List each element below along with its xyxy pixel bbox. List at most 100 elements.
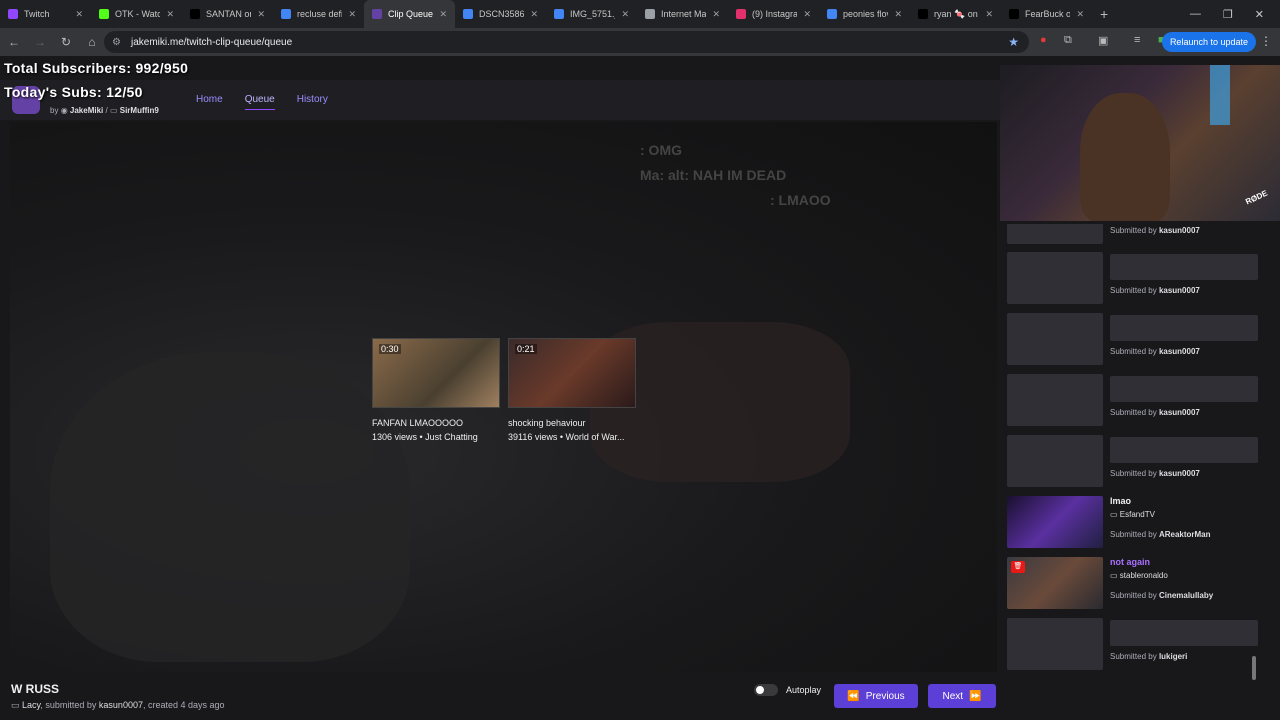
reload-icon[interactable]: ↻	[54, 35, 78, 49]
clip-title: FANFAN LMAOOOOO	[372, 418, 464, 428]
close-tab-icon[interactable]: ✕	[439, 9, 447, 20]
site-info-icon[interactable]: ⚙	[112, 37, 121, 48]
browser-tab[interactable]: OTK - Watch ✕	[91, 0, 182, 28]
tab-label: SANTAN on	[206, 9, 252, 19]
suggested-clip-card[interactable]: 0:30 FANFAN LMAOOOOO 1306 views • Just C…	[372, 338, 500, 442]
nav-home[interactable]: Home	[196, 94, 223, 110]
queue-item-submitter: Submitted by AReaktorMan	[1110, 530, 1211, 539]
address-bar-row: ← → ↻ ⌂ ⚙ jakemiki.me/twitch-clip-queue/…	[0, 28, 1280, 56]
streamer-image	[1080, 93, 1170, 221]
by-label: by	[50, 106, 59, 115]
media-icon[interactable]: ≡	[1134, 34, 1140, 46]
autoplay-toggle[interactable]	[754, 684, 778, 696]
queue-item[interactable]: Submitted by kasun0007	[1007, 252, 1265, 304]
browser-tab[interactable]: Twitch ✕	[0, 0, 91, 28]
browser-tab[interactable]: Internet Ma ✕	[637, 0, 728, 28]
webcam-light	[1210, 65, 1230, 125]
queue-thumbnail	[1007, 618, 1103, 670]
close-tab-icon[interactable]: ✕	[75, 9, 83, 20]
clip-created: created 4 days ago	[147, 700, 225, 710]
queue-item[interactable]: Submitted by kasun0007	[1007, 313, 1265, 365]
autoplay-control[interactable]: Autoplay	[754, 684, 821, 696]
queue-item[interactable]: Submitted by kasun0007	[1007, 435, 1265, 487]
browser-tab[interactable]: ryan 🍬 on ✕	[910, 0, 1001, 28]
queue-item-submitter: Submitted by kasun0007	[1110, 226, 1200, 235]
chat-icon: ▭	[109, 106, 118, 115]
maximize-icon[interactable]: ❐	[1223, 8, 1233, 21]
fast-forward-icon: ⏩	[969, 690, 982, 702]
new-tab-button[interactable]: +	[1092, 6, 1116, 22]
clip-thumbnail: 0:30	[372, 338, 500, 408]
clip-channel[interactable]: Lacy	[22, 700, 40, 710]
forward-icon[interactable]: →	[28, 35, 52, 49]
tab-label: Clip Queue	[388, 9, 434, 19]
close-tab-icon[interactable]: ✕	[166, 9, 174, 20]
browser-tab[interactable]: recluse defi ✕	[273, 0, 364, 28]
extension-icon[interactable]: ●	[1040, 34, 1047, 46]
close-tab-icon[interactable]: ✕	[803, 9, 811, 20]
nav-history[interactable]: History	[297, 94, 328, 110]
close-tab-icon[interactable]: ✕	[348, 9, 356, 20]
tab-label: Internet Ma	[661, 9, 707, 19]
tab-favicon-icon	[372, 9, 382, 19]
tab-favicon-icon	[554, 9, 564, 19]
menu-icon[interactable]: ⋮	[1260, 34, 1272, 48]
browser-tab[interactable]: FearBuck on ✕	[1001, 0, 1092, 28]
extensions-icon[interactable]: ⧉	[1064, 34, 1072, 47]
nav-queue[interactable]: Queue	[244, 94, 275, 110]
queue-item[interactable]: lmao ▭ EsfandTV Submitted by AReaktorMan	[1007, 496, 1265, 548]
previous-label: Previous	[865, 690, 905, 702]
queue-scrollbar[interactable]	[1252, 656, 1256, 680]
close-tab-icon[interactable]: ✕	[257, 9, 265, 20]
browser-tab[interactable]: Clip Queue ✕	[364, 0, 455, 28]
submitter-name: AReaktorMan	[1158, 530, 1211, 539]
delete-icon[interactable]: 🗑	[1011, 561, 1025, 573]
browser-tab[interactable]: IMG_5751.jp ✕	[546, 0, 637, 28]
previous-button[interactable]: ⏪ Previous	[834, 684, 918, 708]
video-player[interactable]: : OMG Ma: alt: NAH IM DEAD : LMAOO 0:30 …	[10, 122, 997, 672]
browser-tab-bar: Twitch✕OTK - Watch✕SANTAN on✕recluse def…	[0, 0, 1280, 28]
author-link[interactable]: JakeMiki	[70, 106, 103, 115]
queue-item[interactable]: Submitted by kasun0007	[1007, 374, 1265, 426]
next-button[interactable]: Next ⏩	[928, 684, 996, 708]
tab-favicon-icon	[827, 9, 837, 19]
close-tab-icon[interactable]: ✕	[621, 9, 629, 20]
queue-title-placeholder	[1110, 437, 1258, 463]
queue-item-title: lmao	[1110, 496, 1132, 506]
submitted-by-label: Submitted by	[1110, 652, 1157, 661]
queue-item[interactable]: 🗑 not again ▭ stableronaldo Submitted by Ci…	[1007, 557, 1265, 609]
close-tab-icon[interactable]: ✕	[985, 9, 993, 20]
chat-overlay-line: Ma: alt: NAH IM DEAD	[640, 167, 787, 183]
browser-tab[interactable]: (9) Instagram ✕	[728, 0, 819, 28]
close-window-icon[interactable]: ✕	[1255, 8, 1264, 21]
mic-brand: RØDE	[1244, 188, 1269, 207]
browser-tab[interactable]: SANTAN on ✕	[182, 0, 273, 28]
close-tab-icon[interactable]: ✕	[1076, 9, 1084, 20]
github-icon: ◉	[60, 106, 68, 115]
back-icon[interactable]: ←	[2, 35, 26, 49]
total-subscribers-overlay: Total Subscribers: 992/950	[4, 60, 189, 76]
browser-tab[interactable]: DSCN3586.j ✕	[455, 0, 546, 28]
queue-item[interactable]: Submitted by lukigeri	[1007, 618, 1265, 670]
tab-label: OTK - Watch	[115, 9, 161, 19]
tab-label: DSCN3586.j	[479, 9, 525, 19]
suggested-clip-card[interactable]: 0:21 shocking behaviour 39116 views • Wo…	[508, 338, 636, 442]
browser-tab[interactable]: peonies flov ✕	[819, 0, 910, 28]
bookmark-star-icon[interactable]: ★	[1008, 35, 1019, 49]
clip-duration: 0:30	[379, 344, 401, 354]
home-icon[interactable]: ⌂	[80, 35, 104, 49]
close-tab-icon[interactable]: ✕	[712, 9, 720, 20]
close-tab-icon[interactable]: ✕	[894, 9, 902, 20]
minimize-icon[interactable]: —	[1190, 8, 1201, 20]
clip-duration: 0:21	[515, 344, 537, 354]
relaunch-label: Relaunch to update	[1169, 37, 1248, 47]
tab-search-icon[interactable]: ▣	[1098, 34, 1108, 47]
queue-thumbnail	[1007, 252, 1103, 304]
close-tab-icon[interactable]: ✕	[530, 9, 538, 20]
queue-item[interactable]: Submitted by kasun0007	[1007, 224, 1265, 244]
url-field[interactable]: ⚙ jakemiki.me/twitch-clip-queue/queue ★	[104, 31, 1029, 53]
relaunch-button[interactable]: Relaunch to update	[1161, 32, 1256, 52]
author-link[interactable]: SirMuffin9	[120, 106, 159, 115]
tab-label: IMG_5751.jp	[570, 9, 615, 19]
tab-favicon-icon	[645, 9, 655, 19]
